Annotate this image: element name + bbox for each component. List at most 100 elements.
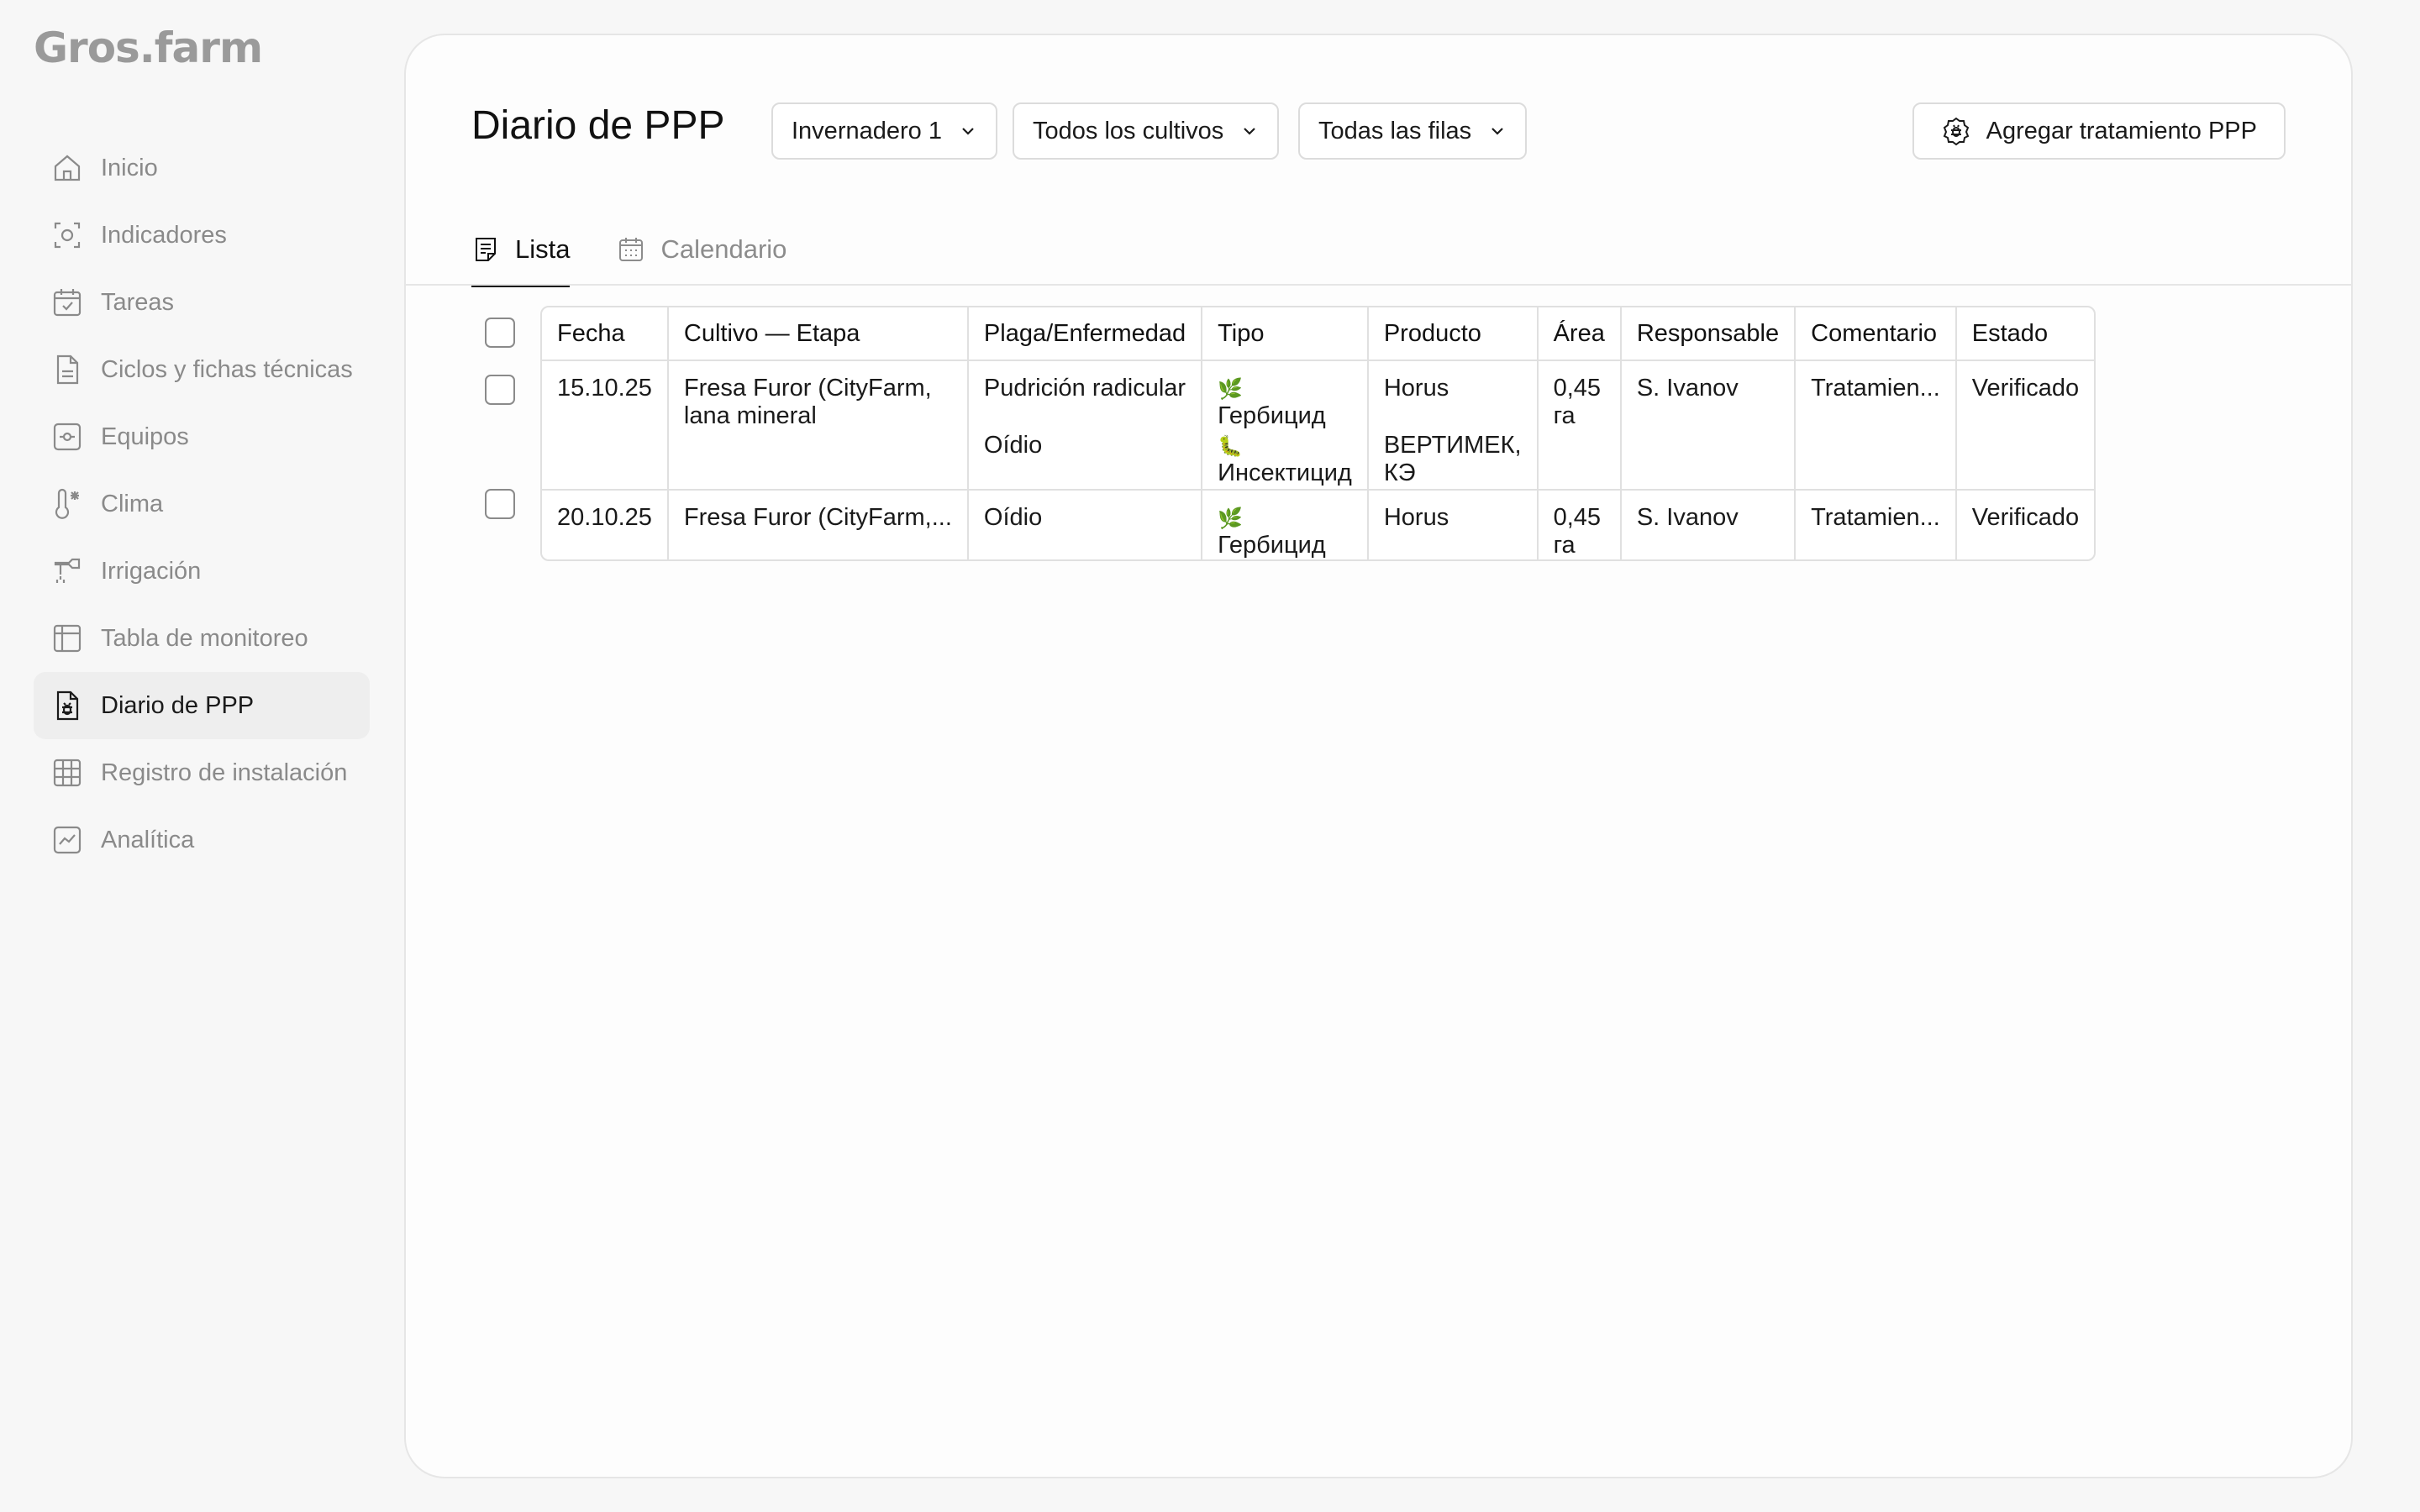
cell-tipo: 🌿Гербицид 🐛Инсектицид xyxy=(1202,361,1369,491)
greenhouse-filter[interactable]: Invernadero 1 xyxy=(771,102,997,160)
document-icon xyxy=(50,353,84,386)
tipo-label: Гербицид xyxy=(1218,402,1326,429)
column-header-responsable[interactable]: Responsable xyxy=(1621,307,1797,361)
cell-responsable: S. Ivanov xyxy=(1621,361,1797,491)
list-note-icon xyxy=(476,238,496,261)
sidebar-item-label: Tareas xyxy=(101,288,175,316)
herbicide-icon: 🌿 xyxy=(1218,378,1244,401)
sidebar-item-ciclos[interactable]: Ciclos y fichas técnicas xyxy=(34,336,370,403)
sensor-icon xyxy=(50,218,84,252)
tipo-item: 🌿Гербицид xyxy=(1218,375,1352,432)
main-panel: Diario de PPP Invernadero 1 Todos los cu… xyxy=(404,34,2353,1478)
grid-icon xyxy=(50,756,84,790)
producto-item: ВЕРТИМЕК, КЭ xyxy=(1383,432,1522,486)
irrigation-icon xyxy=(50,554,84,588)
column-header-producto[interactable]: Producto xyxy=(1368,307,1539,361)
calendar-icon xyxy=(619,238,644,261)
sidebar-item-diario-ppp[interactable]: Diario de PPP xyxy=(34,672,370,739)
sidebar-item-label: Inicio xyxy=(101,154,158,181)
cell-estado: Verificado xyxy=(1956,361,2095,491)
cell-plaga: Pudrición radicular Oídio xyxy=(968,361,1203,491)
table-header-row: Fecha Cultivo — Etapa Plaga/Enfermedad T… xyxy=(542,307,2095,361)
cell-area: 0,45 га xyxy=(1539,491,1622,559)
cell-area: 0,45 га xyxy=(1538,361,1622,491)
sidebar-item-tabla-monitoreo[interactable]: Tabla de monitoreo xyxy=(34,605,370,672)
sidebar-item-irrigacion[interactable]: Irrigación xyxy=(34,538,370,605)
page-title: Diario de PPP xyxy=(471,103,725,148)
table-icon xyxy=(50,622,84,655)
chevron-down-icon xyxy=(1244,128,1256,135)
sidebar-item-tareas[interactable]: Tareas xyxy=(34,269,370,336)
insecticide-icon: 🐛 xyxy=(1218,435,1244,458)
calendar-check-icon xyxy=(50,286,84,319)
plaga-item: Pudrición radicular xyxy=(983,375,1186,402)
rows-filter-value: Todas las filas xyxy=(1318,117,1472,144)
herbicide-icon: 🌿 xyxy=(1218,507,1244,530)
home-icon xyxy=(50,151,84,185)
bug-badge-icon xyxy=(1943,117,1969,146)
sidebar-item-label: Ciclos y fichas técnicas xyxy=(101,355,353,383)
row-checkbox[interactable] xyxy=(485,375,515,405)
bug-document-icon xyxy=(50,689,84,722)
chart-icon xyxy=(50,823,84,857)
producto-item: Horus xyxy=(1383,375,1449,402)
crops-filter[interactable]: Todos los cultivos xyxy=(1013,102,1280,160)
sidebar-item-label: Indicadores xyxy=(101,221,227,249)
ppp-table: Fecha Cultivo — Etapa Plaga/Enfermedad T… xyxy=(540,306,2096,561)
sidebar: Gros.farm Inicio Indicadores Tareas Cicl… xyxy=(0,0,387,1512)
app-logo: Gros.farm xyxy=(34,24,263,72)
sidebar-item-inicio[interactable]: Inicio xyxy=(34,134,370,202)
sidebar-item-analitica[interactable]: Analítica xyxy=(34,806,370,874)
table-row[interactable]: 15.10.25 Fresa Furor (CityFarm, lana min… xyxy=(542,361,2095,491)
sidebar-item-equipos[interactable]: Equipos xyxy=(34,403,370,470)
rows-filter[interactable]: Todas las filas xyxy=(1298,102,1528,160)
tab-lista[interactable]: Lista xyxy=(471,212,571,287)
column-header-plaga[interactable]: Plaga/Enfermedad xyxy=(968,307,1203,361)
cell-tipo: 🌿Гербицид xyxy=(1202,491,1369,559)
tabs-divider xyxy=(406,284,2351,286)
select-all-checkbox[interactable] xyxy=(485,318,515,348)
cell-plaga: Oídio xyxy=(969,491,1203,559)
table-row[interactable]: 20.10.25 Fresa Furor (CityFarm,... Oídio… xyxy=(542,491,2094,559)
row-checkbox[interactable] xyxy=(485,489,515,519)
chevron-down-icon xyxy=(1491,128,1503,135)
sidebar-item-label: Equipos xyxy=(101,423,189,450)
cell-responsable: S. Ivanov xyxy=(1622,491,1797,559)
sidebar-item-label: Registro de instalación xyxy=(101,759,348,786)
thermometer-icon xyxy=(50,487,84,521)
tab-label: Lista xyxy=(515,234,571,264)
column-header-area[interactable]: Área xyxy=(1538,307,1622,361)
sidebar-item-registro-instalacion[interactable]: Registro de instalación xyxy=(34,739,370,806)
sidebar-item-indicadores[interactable]: Indicadores xyxy=(34,202,370,269)
tipo-label: Инсектицид xyxy=(1218,459,1352,486)
cell-producto: Horus ВЕРТИМЕК, КЭ xyxy=(1368,361,1539,491)
add-ppp-treatment-label: Agregar tratamiento PPP xyxy=(1986,117,2257,144)
cell-cultivo: Fresa Furor (CityFarm, lana mineral xyxy=(668,361,969,491)
sidebar-item-label: Diario de PPP xyxy=(101,691,255,719)
tipo-label: Гербицид xyxy=(1218,532,1326,559)
greenhouse-filter-value: Invernadero 1 xyxy=(792,117,942,144)
cell-fecha: 15.10.25 xyxy=(542,361,669,491)
cell-fecha: 20.10.25 xyxy=(542,491,669,559)
column-header-estado[interactable]: Estado xyxy=(1956,307,2095,361)
cell-cultivo: Fresa Furor (CityFarm,... xyxy=(669,491,969,559)
cell-comentario: Tratamien... xyxy=(1796,491,1957,559)
sidebar-item-clima[interactable]: Clima xyxy=(34,470,370,538)
cell-producto: Horus xyxy=(1369,491,1539,559)
add-ppp-treatment-button[interactable]: Agregar tratamiento PPP xyxy=(1912,102,2286,160)
sidebar-item-label: Tabla de monitoreo xyxy=(101,624,308,652)
chevron-down-icon xyxy=(962,128,974,135)
column-header-cultivo[interactable]: Cultivo — Etapa xyxy=(668,307,969,361)
tab-calendario[interactable]: Calendario xyxy=(617,212,786,287)
device-icon xyxy=(50,420,84,454)
cell-estado: Verificado xyxy=(1971,504,2080,531)
sidebar-item-label: Clima xyxy=(101,490,164,517)
plaga-item: Oídio xyxy=(983,432,1043,459)
column-header-fecha[interactable]: Fecha xyxy=(542,307,669,361)
sidebar-item-label: Irrigación xyxy=(101,557,202,585)
column-header-comentario[interactable]: Comentario xyxy=(1796,307,1957,361)
column-header-tipo[interactable]: Tipo xyxy=(1202,307,1369,361)
view-tabs: Lista Calendario xyxy=(471,212,834,287)
tipo-item: 🐛Инсектицид xyxy=(1218,432,1352,489)
sidebar-nav: Inicio Indicadores Tareas Ciclos y ficha… xyxy=(34,134,370,874)
